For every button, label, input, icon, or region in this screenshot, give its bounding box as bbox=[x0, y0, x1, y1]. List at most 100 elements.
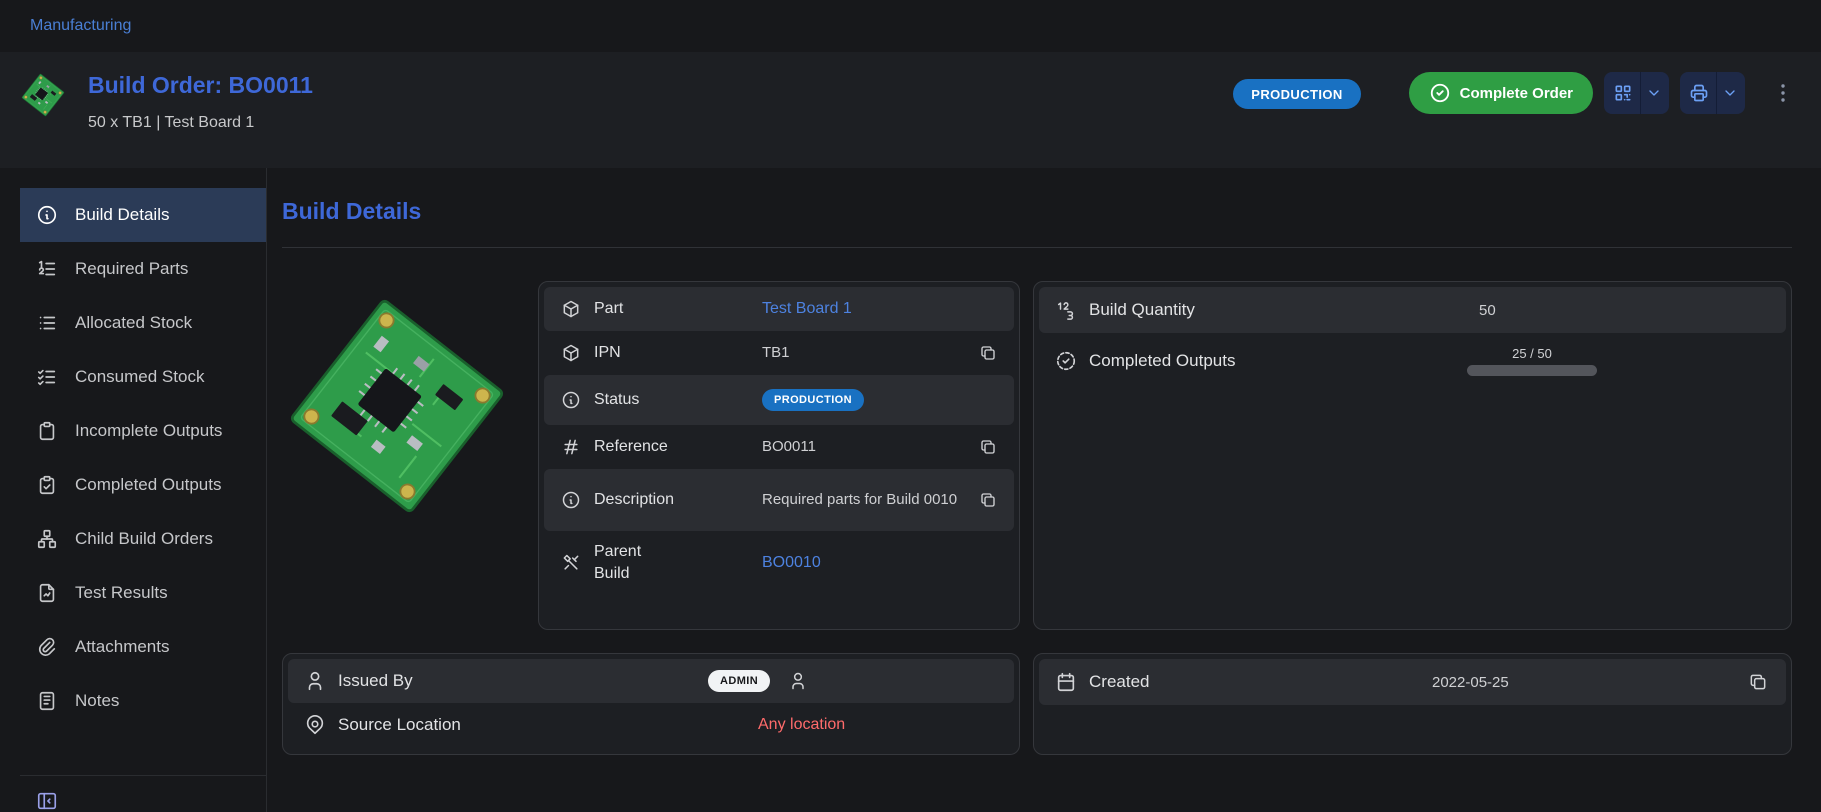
row-source-location: Source Location Any location bbox=[288, 703, 1014, 747]
print-actions-button[interactable] bbox=[1680, 72, 1745, 114]
sidebar-collapse-icon bbox=[36, 790, 58, 812]
detail-value: Required parts for Build 0010 bbox=[762, 490, 966, 510]
detail-row-parent-build: Parent Build BO0010 bbox=[544, 531, 1014, 595]
more-actions-button[interactable] bbox=[1771, 81, 1795, 105]
detail-label: Reference bbox=[594, 438, 762, 456]
created-panel: Created 2022-05-25 bbox=[1033, 653, 1792, 755]
progress-check-icon bbox=[1055, 350, 1077, 372]
detail-row-ipn: IPN TB1 bbox=[544, 331, 1014, 375]
map-pin-icon bbox=[304, 714, 326, 736]
copy-icon[interactable] bbox=[979, 491, 997, 509]
sidebar-item-incomplete-outputs[interactable]: Incomplete Outputs bbox=[20, 404, 266, 458]
print-dropdown-chevron[interactable] bbox=[1716, 72, 1745, 114]
package-icon bbox=[561, 343, 581, 363]
dots-vertical-icon bbox=[1771, 81, 1795, 105]
barcode-dropdown-chevron[interactable] bbox=[1640, 72, 1669, 114]
created-value: 2022-05-25 bbox=[1432, 674, 1736, 691]
sidebar-item-notes[interactable]: Notes bbox=[20, 674, 266, 728]
copy-icon[interactable] bbox=[979, 438, 997, 456]
detail-label: Part bbox=[594, 300, 762, 318]
detail-label: Status bbox=[594, 391, 762, 409]
status-badge: PRODUCTION bbox=[1233, 79, 1360, 109]
detail-row-status: Status PRODUCTION bbox=[544, 375, 1014, 425]
sidebar-collapse-button[interactable] bbox=[20, 775, 266, 812]
row-build-quantity: Build Quantity 50 bbox=[1039, 287, 1786, 333]
progress-track bbox=[1467, 365, 1597, 376]
complete-order-button[interactable]: Complete Order bbox=[1409, 72, 1593, 114]
detail-label: Issued By bbox=[338, 671, 638, 691]
sidebar-item-attachments[interactable]: Attachments bbox=[20, 620, 266, 674]
sidebar-item-label: Allocated Stock bbox=[75, 313, 192, 333]
sidebar-item-label: Build Details bbox=[75, 205, 170, 225]
sidebar-item-label: Child Build Orders bbox=[75, 529, 213, 549]
build-order-page: Manufacturing Build Order: BO0011 50 x T… bbox=[0, 0, 1821, 812]
page-subtitle: 50 x TB1 | Test Board 1 bbox=[88, 114, 313, 132]
numbers-icon bbox=[1055, 299, 1077, 321]
sidebar-item-allocated-stock[interactable]: Allocated Stock bbox=[20, 296, 266, 350]
sidebar: Build Details Required Parts Allocated S… bbox=[0, 168, 267, 812]
clipboard-check-icon bbox=[36, 474, 58, 496]
barcode-actions-button[interactable] bbox=[1604, 72, 1669, 114]
sidebar-item-required-parts[interactable]: Required Parts bbox=[20, 242, 266, 296]
sidebar-item-child-build-orders[interactable]: Child Build Orders bbox=[20, 512, 266, 566]
sidebar-item-label: Attachments bbox=[75, 637, 170, 657]
status-badge: PRODUCTION bbox=[762, 389, 864, 411]
detail-row-reference: Reference BO0011 bbox=[544, 425, 1014, 469]
detail-label: IPN bbox=[594, 344, 762, 362]
detail-row-description: Description Required parts for Build 001… bbox=[544, 469, 1014, 531]
page-header: Build Order: BO0011 50 x TB1 | Test Boar… bbox=[0, 52, 1821, 168]
printer-icon[interactable] bbox=[1680, 72, 1716, 114]
detail-label: Description bbox=[594, 491, 762, 509]
sidebar-item-label: Required Parts bbox=[75, 259, 188, 279]
pcb-part-image[interactable] bbox=[282, 281, 512, 531]
row-created: Created 2022-05-25 bbox=[1039, 659, 1786, 705]
tools-icon bbox=[561, 553, 581, 573]
build-details-panel: Part Test Board 1 IPN TB1 Status bbox=[538, 281, 1020, 630]
sidebar-item-label: Incomplete Outputs bbox=[75, 421, 222, 441]
complete-order-label: Complete Order bbox=[1460, 85, 1573, 102]
info-circle-icon bbox=[561, 390, 581, 410]
breadcrumb-manufacturing-link[interactable]: Manufacturing bbox=[30, 17, 131, 35]
pcb-thumbnail-image bbox=[20, 72, 66, 118]
user-icon bbox=[304, 670, 326, 692]
breadcrumb: Manufacturing bbox=[0, 0, 1821, 52]
sitemap-icon bbox=[36, 528, 58, 550]
list-numbers-icon bbox=[36, 258, 58, 280]
sidebar-item-label: Consumed Stock bbox=[75, 367, 204, 387]
hash-icon bbox=[561, 437, 581, 457]
sidebar-item-label: Completed Outputs bbox=[75, 475, 221, 495]
progress-label: 25 / 50 bbox=[1512, 346, 1552, 361]
detail-label: Parent Build bbox=[594, 541, 664, 584]
copy-icon[interactable] bbox=[1748, 672, 1770, 692]
divider bbox=[282, 247, 1792, 248]
parent-build-link[interactable]: BO0010 bbox=[762, 552, 966, 574]
copy-icon[interactable] bbox=[979, 344, 997, 362]
source-location-value: Any location bbox=[758, 716, 1010, 734]
info-circle-icon bbox=[561, 490, 581, 510]
sidebar-item-completed-outputs[interactable]: Completed Outputs bbox=[20, 458, 266, 512]
chevron-down-icon bbox=[1646, 85, 1662, 101]
info-circle-icon bbox=[36, 204, 58, 226]
issued-panel: Issued By ADMIN Source Location Any loca… bbox=[282, 653, 1020, 755]
package-icon bbox=[561, 299, 581, 319]
detail-label: Completed Outputs bbox=[1089, 351, 1389, 371]
detail-label: Build Quantity bbox=[1089, 300, 1389, 320]
list-check-icon bbox=[36, 366, 58, 388]
part-link[interactable]: Test Board 1 bbox=[762, 298, 966, 320]
sidebar-item-label: Notes bbox=[75, 691, 119, 711]
header-title-block: Build Order: BO0011 50 x TB1 | Test Boar… bbox=[20, 72, 313, 132]
build-quantity-panel: Build Quantity 50 Completed Outputs 25 /… bbox=[1033, 281, 1792, 630]
sidebar-item-consumed-stock[interactable]: Consumed Stock bbox=[20, 350, 266, 404]
header-actions: PRODUCTION Complete Order bbox=[1233, 72, 1795, 114]
sidebar-item-test-results[interactable]: Test Results bbox=[20, 566, 266, 620]
detail-value: TB1 bbox=[762, 343, 966, 363]
main-content: Build Details Part Test Board 1 bbox=[267, 168, 1821, 812]
user-icon bbox=[788, 671, 808, 691]
detail-label: Source Location bbox=[338, 715, 638, 735]
qrcode-icon[interactable] bbox=[1604, 72, 1640, 114]
detail-value: 50 bbox=[1479, 302, 1782, 319]
chevron-down-icon bbox=[1722, 85, 1738, 101]
row-completed-outputs: Completed Outputs 25 / 50 bbox=[1039, 333, 1786, 389]
notes-icon bbox=[36, 690, 58, 712]
sidebar-item-build-details[interactable]: Build Details bbox=[20, 188, 266, 242]
